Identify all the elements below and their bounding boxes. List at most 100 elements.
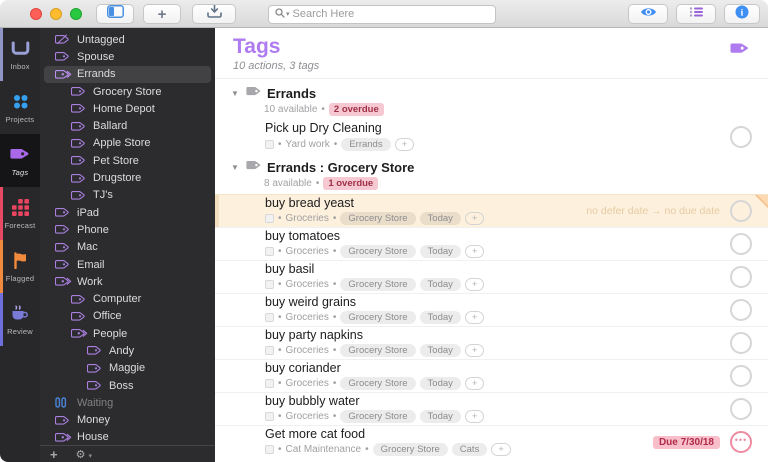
task-row[interactable]: Pick up Dry Cleaning • Yard work • Erran… <box>215 120 768 153</box>
task-complete-circle[interactable] <box>730 233 752 255</box>
add-tag-pill[interactable]: + <box>491 443 511 457</box>
tag-icon <box>55 259 72 271</box>
tag-pill[interactable]: Today <box>419 377 461 391</box>
task-complete-circle[interactable] <box>730 299 752 321</box>
tag-pill[interactable]: Today <box>419 410 461 424</box>
tag-pill[interactable]: Today <box>419 278 461 292</box>
task-complete-circle[interactable] <box>730 125 752 148</box>
close-button[interactable] <box>30 7 42 20</box>
sidebar-item-phone[interactable]: Phone <box>40 221 215 238</box>
sidebar-item-house[interactable]: House <box>40 429 215 446</box>
tag-pill[interactable]: Today <box>419 245 461 259</box>
search-input[interactable] <box>292 8 489 20</box>
sidebar-item-boss[interactable]: Boss <box>40 377 215 394</box>
tag-pill[interactable]: Grocery Store <box>340 377 416 391</box>
task-row[interactable]: buy weird grains • Groceries • Grocery S… <box>215 293 768 326</box>
add-tag-pill[interactable]: + <box>394 137 415 151</box>
add-tag-pill[interactable]: + <box>464 212 485 226</box>
sidebar-item-untagged[interactable]: Untagged <box>40 31 215 48</box>
sidebar-item-people[interactable]: People <box>40 325 215 342</box>
tags-list: Untagged Spouse Errands Grocery Store Ho… <box>40 28 215 462</box>
task-row[interactable]: buy party napkins • Groceries • Grocery … <box>215 326 768 359</box>
sidebar-item-label: iPad <box>77 206 100 219</box>
rail-item-forecast[interactable]: Forecast <box>0 187 40 240</box>
task-row[interactable]: Get more cat food • Cat Maintenance • Gr… <box>215 425 768 458</box>
tag-pill[interactable]: Grocery Store <box>372 443 448 457</box>
rail-item-flagged[interactable]: Flagged <box>0 240 40 293</box>
task-row[interactable]: buy coriander • Groceries • Grocery Stor… <box>215 359 768 392</box>
add-tag-pill[interactable]: + <box>464 377 485 391</box>
sidebar-item-ballard[interactable]: Ballard <box>40 117 215 134</box>
sidebar-item-errands[interactable]: Errands <box>44 65 211 83</box>
note-icon <box>265 139 274 149</box>
minimize-button[interactable] <box>50 7 62 20</box>
tag-pill[interactable]: Errands <box>341 137 391 151</box>
sidebar-item-computer[interactable]: Computer <box>40 290 215 307</box>
section-title: Errands <box>267 85 317 101</box>
task-complete-circle[interactable] <box>730 332 752 354</box>
tag-pill[interactable]: Today <box>419 311 461 325</box>
sidebar-item-grocery-store[interactable]: Grocery Store <box>40 83 215 100</box>
rail-item-review[interactable]: Review <box>0 293 40 346</box>
sidebar-item-maggie[interactable]: Maggie <box>40 360 215 377</box>
section-header[interactable]: ▼ Errands 10 available • 2 overdue <box>215 79 768 120</box>
search-scope-chevron-icon[interactable]: ▾ <box>286 10 290 18</box>
add-tag-button[interactable]: + <box>50 448 58 461</box>
sidebar-item-drugstore[interactable]: Drugstore <box>40 169 215 186</box>
section-counts: 10 available • 2 overdue <box>264 103 752 116</box>
search-field[interactable]: ▾ <box>268 4 496 24</box>
task-complete-circle[interactable] <box>730 266 752 288</box>
sidebar-item-pet-store[interactable]: Pet Store <box>40 152 215 169</box>
sidebar-item-ipad[interactable]: iPad <box>40 204 215 221</box>
add-tag-pill[interactable]: + <box>464 245 485 259</box>
disclosure-triangle-icon[interactable]: ▼ <box>231 163 241 172</box>
inspector-button[interactable]: i <box>724 4 760 24</box>
sidebar-item-spouse[interactable]: Spouse <box>40 48 215 65</box>
task-complete-circle[interactable] <box>730 398 752 420</box>
task-complete-circle[interactable]: ••• <box>730 431 752 453</box>
task-complete-circle[interactable] <box>730 200 752 222</box>
sidebar-item-email[interactable]: Email <box>40 256 215 273</box>
sidebar-item-office[interactable]: Office <box>40 308 215 325</box>
tag-pill[interactable]: Grocery Store <box>340 344 416 358</box>
add-tag-pill[interactable]: + <box>464 311 485 325</box>
sidebar-item-label: Untagged <box>77 33 125 46</box>
rail-item-projects[interactable]: Projects <box>0 81 40 134</box>
settings-gear-button[interactable]: ⚙ ▾ <box>76 448 92 461</box>
tag-pill[interactable]: Today <box>419 212 461 226</box>
section-header[interactable]: ▼ Errands : Grocery Store 8 available • … <box>215 153 768 194</box>
sidebar-item-waiting[interactable]: Waiting <box>40 394 215 411</box>
sidebar-item-tj-s[interactable]: TJ's <box>40 187 215 204</box>
task-row[interactable]: buy tomatoes • Groceries • Grocery Store… <box>215 227 768 260</box>
task-row[interactable]: buy bread yeast • Groceries • Grocery St… <box>215 194 768 227</box>
tag-pill[interactable]: Cats <box>451 443 488 457</box>
add-tag-pill[interactable]: + <box>464 344 485 358</box>
sidebar-item-money[interactable]: Money <box>40 412 215 429</box>
rail-item-tags[interactable]: Tags <box>0 134 40 187</box>
add-tag-pill[interactable]: + <box>464 410 485 424</box>
sidebar-item-work[interactable]: Work <box>40 273 215 290</box>
sidebar-item-apple-store[interactable]: Apple Store <box>40 135 215 152</box>
rail-item-inbox[interactable]: Inbox <box>0 28 40 81</box>
task-row[interactable]: buy basil • Groceries • Grocery Store Tod… <box>215 260 768 293</box>
view-eye-button[interactable] <box>628 4 668 24</box>
tag-pill[interactable]: Today <box>419 344 461 358</box>
zoom-button[interactable] <box>70 7 82 20</box>
add-tag-pill[interactable]: + <box>464 278 485 292</box>
sidebar-toggle-button[interactable] <box>96 4 134 24</box>
tag-pill[interactable]: Grocery Store <box>340 212 416 226</box>
disclosure-triangle-icon[interactable]: ▼ <box>231 89 241 98</box>
section-header[interactable]: ▼ Errands : Apple Store <box>215 458 768 462</box>
tag-pill[interactable]: Grocery Store <box>340 278 416 292</box>
sidebar-item-andy[interactable]: Andy <box>40 342 215 359</box>
sidebar-item-mac[interactable]: Mac <box>40 239 215 256</box>
sidebar-item-home-depot[interactable]: Home Depot <box>40 100 215 117</box>
view-options-button[interactable] <box>676 4 716 24</box>
tag-pill[interactable]: Grocery Store <box>340 410 416 424</box>
task-row[interactable]: buy bubbly water • Groceries • Grocery S… <box>215 392 768 425</box>
task-complete-circle[interactable] <box>730 365 752 387</box>
add-action-button[interactable]: + <box>143 4 181 24</box>
sync-button[interactable] <box>192 4 236 24</box>
tag-pill[interactable]: Grocery Store <box>340 311 416 325</box>
tag-pill[interactable]: Grocery Store <box>340 245 416 259</box>
